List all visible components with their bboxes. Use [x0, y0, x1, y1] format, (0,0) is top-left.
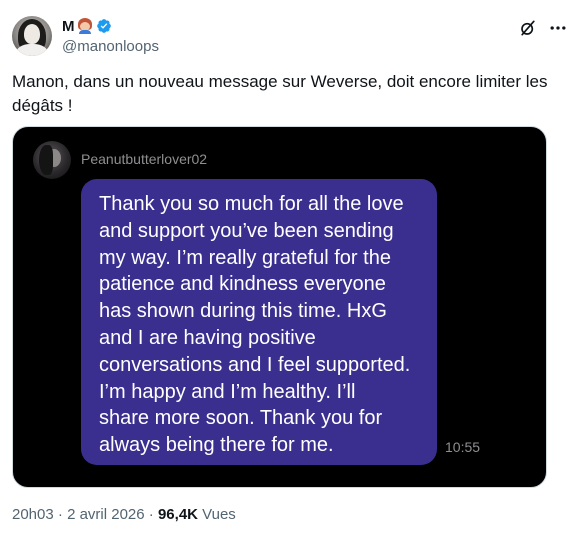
views-label: Vues	[202, 506, 236, 523]
chat-username: Peanutbutterlover02	[81, 151, 208, 167]
tweet-date[interactable]: 2 avril 2026	[67, 506, 145, 523]
meta-separator-2: ·	[148, 506, 154, 523]
tweet: M @manonloops Manon, dans un nouveau mes…	[0, 0, 582, 540]
more-icon[interactable]	[548, 18, 568, 38]
grok-icon[interactable]	[518, 18, 538, 38]
message-bubble: Thank you so much for all the love and s…	[81, 179, 437, 465]
tweet-meta: 20h03 · 2 avril 2026 · 96,4K Vues	[12, 506, 236, 523]
woman-red-hair-emoji-icon	[77, 18, 93, 34]
tweet-header: M @manonloops	[12, 12, 568, 58]
author-handle[interactable]: @manonloops	[62, 38, 159, 55]
message-text: Thank you so much for all the love and s…	[99, 193, 411, 457]
display-name[interactable]: M	[62, 18, 75, 35]
chat-avatar	[33, 141, 71, 179]
tweet-text: Manon, dans un nouveau message sur Wever…	[12, 72, 548, 115]
tweet-media-image[interactable]: Peanutbutterlover02 Thank you so much fo…	[12, 126, 547, 488]
meta-separator: ·	[57, 506, 63, 523]
top-icons	[518, 18, 568, 38]
author-avatar[interactable]	[12, 16, 52, 56]
views-count[interactable]: 96,4K	[158, 506, 198, 523]
tweet-time[interactable]: 20h03	[12, 506, 54, 523]
display-name-row[interactable]: M	[62, 16, 159, 36]
verified-badge-icon	[96, 19, 111, 33]
message-time: 10:55	[445, 439, 481, 455]
author-names: M @manonloops	[62, 16, 159, 56]
